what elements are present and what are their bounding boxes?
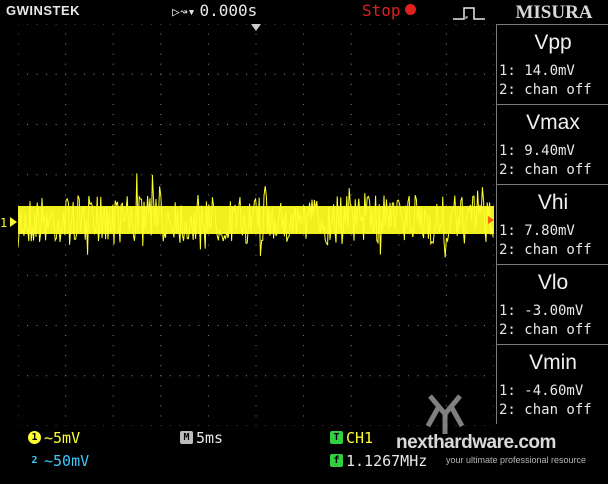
watermark-site: nexthardware.com [396, 432, 556, 453]
watermark: nexthardware.com your ultimate professio… [372, 394, 608, 484]
run-stop-status[interactable]: Stop [362, 1, 416, 20]
measurement-panel: Vpp 1: 14.0mV 2: chan off Vmax 1: 9.40mV… [496, 24, 608, 426]
watermark-logo-icon [425, 394, 465, 434]
trigger-source[interactable]: T CH1 [330, 429, 373, 447]
trigger-offset-value: 0.000s [199, 1, 258, 20]
watermark-tagline: your ultimate professional resource [446, 455, 587, 465]
trigger-badge-icon: T [330, 431, 343, 444]
trigger-position-icon: ▷↝▾ [172, 5, 196, 20]
measure-ch2-value: 2: chan off [499, 402, 592, 418]
timebase[interactable]: M 5ms [180, 429, 223, 447]
measure-ch1-value: 1: -3.00mV [499, 303, 584, 319]
trigger-source-value: CH1 [346, 429, 374, 447]
measure-ch2-value: 2: chan off [499, 82, 592, 98]
measure-vlo[interactable]: Vlo 1: -3.00mV 2: chan off [496, 264, 608, 344]
measure-ch1-value: 1: 14.0mV [499, 63, 575, 79]
measure-name: Vmax [526, 111, 580, 134]
measure-name: Vpp [534, 31, 572, 54]
ch2-scale-value: ~50mV [44, 452, 90, 470]
measure-ch2-value: 2: chan off [499, 322, 592, 338]
waveform-grid [17, 23, 495, 427]
frequency-badge-icon: f [330, 454, 343, 467]
brand-logo: GWINSTEK [6, 3, 81, 18]
ch1-scale-value: ~5mV [44, 429, 81, 447]
measure-ch2-value: 2: chan off [499, 242, 592, 258]
ch2-badge-icon: 2 [31, 455, 38, 466]
run-state-label: Stop [362, 1, 401, 20]
measure-name: Vhi [537, 191, 569, 214]
trigger-offset: ▷↝▾ 0.000s [172, 1, 257, 20]
measure-ch2-value: 2: chan off [499, 162, 592, 178]
measure-vhi[interactable]: Vhi 1: 7.80mV 2: chan off [496, 184, 608, 264]
timebase-value: 5ms [196, 429, 224, 447]
measure-vpp[interactable]: Vpp 1: 14.0mV 2: chan off [496, 24, 608, 104]
waveform-display[interactable] [17, 23, 495, 427]
ch1-ground-marker: 1 [0, 216, 8, 230]
menu-title: MISURA [515, 2, 593, 23]
measure-ch1-value: 1: 7.80mV [499, 223, 575, 239]
measure-ch1-value: 1: -4.60mV [499, 383, 584, 399]
measure-ch1-value: 1: 9.40mV [499, 143, 575, 159]
measure-name: Vlo [537, 271, 569, 294]
ch1-scale[interactable]: 1 ~5mV [28, 429, 80, 447]
top-status-bar: GWINSTEK ▷↝▾ 0.000s Stop [0, 0, 496, 24]
timebase-badge-icon: M [180, 431, 193, 444]
measure-name: Vmin [529, 351, 577, 374]
trigger-position-marker [251, 24, 261, 31]
ch1-ground-arrow-icon [10, 217, 17, 227]
ch1-badge-icon: 1 [28, 431, 41, 444]
measure-vmin[interactable]: Vmin 1: -4.60mV 2: chan off [496, 344, 608, 424]
measure-vmax[interactable]: Vmax 1: 9.40mV 2: chan off [496, 104, 608, 184]
stop-indicator-icon [404, 4, 416, 15]
ch2-scale[interactable]: 2 ~50mV [28, 452, 89, 470]
rising-edge-trigger-icon [453, 7, 485, 20]
